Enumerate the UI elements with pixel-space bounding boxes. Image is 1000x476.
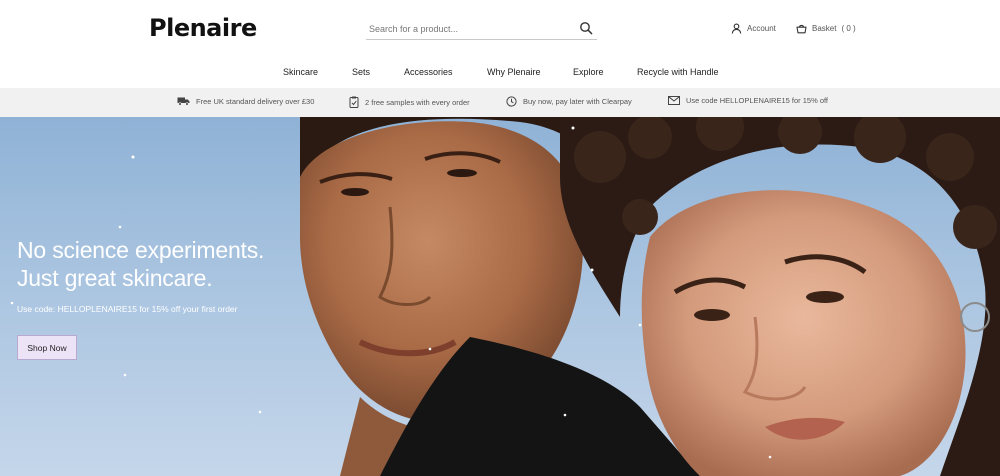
- account-label: Account: [747, 24, 776, 33]
- benefit-text: Free UK standard delivery over £30: [196, 96, 315, 106]
- hero-banner: No science experiments. Just great skinc…: [0, 117, 1000, 476]
- main-nav: Skincare Sets Accessories Why Plenaire E…: [0, 64, 1000, 82]
- nav-item-accessories[interactable]: Accessories: [404, 67, 453, 77]
- clipboard-check-icon: [349, 96, 359, 108]
- nav-item-sets[interactable]: Sets: [352, 67, 370, 77]
- envelope-icon: [668, 96, 680, 105]
- search-icon[interactable]: [579, 21, 593, 35]
- hero-headline-line2: Just great skincare.: [17, 265, 213, 291]
- search-bar: [366, 19, 597, 40]
- user-icon: [731, 23, 742, 34]
- benefit-discount: Use code HELLOPLENAIRE15 for 15% off: [668, 96, 828, 105]
- nav-item-why-plenaire[interactable]: Why Plenaire: [487, 67, 541, 77]
- hero-subtext: Use code: HELLOPLENAIRE15 for 15% off yo…: [17, 304, 238, 314]
- benefits-strip: Free UK standard delivery over £30 2 fre…: [0, 88, 1000, 117]
- site-header: Plenaire Account Basket ( 0 ) Skincare S…: [0, 0, 1000, 88]
- benefit-samples: 2 free samples with every order: [349, 96, 470, 108]
- basket-label: Basket: [812, 24, 837, 33]
- nav-item-explore[interactable]: Explore: [573, 67, 604, 77]
- benefit-text: 2 free samples with every order: [365, 97, 470, 107]
- search-input[interactable]: [369, 21, 569, 37]
- clock-icon: [506, 96, 517, 107]
- nav-item-skincare[interactable]: Skincare: [283, 67, 318, 77]
- benefit-clearpay: Buy now, pay later with Clearpay: [506, 96, 632, 107]
- delivery-truck-icon: [177, 96, 190, 106]
- benefit-text: Use code HELLOPLENAIRE15 for 15% off: [686, 96, 829, 105]
- shop-now-button[interactable]: Shop Now: [17, 335, 77, 360]
- basket-icon: [796, 23, 807, 34]
- benefit-delivery: Free UK standard delivery over £30: [177, 96, 314, 106]
- benefit-text: Buy now, pay later with Clearpay: [523, 97, 632, 106]
- logo[interactable]: Plenaire: [149, 14, 257, 42]
- basket-link[interactable]: Basket ( 0 ): [796, 23, 856, 34]
- basket-count: ( 0 ): [841, 24, 856, 33]
- nav-item-recycle[interactable]: Recycle with Handle: [637, 67, 719, 77]
- account-link[interactable]: Account: [731, 23, 776, 34]
- hero-text: No science experiments. Just great skinc…: [17, 236, 264, 314]
- hero-headline-line1: No science experiments.: [17, 237, 265, 263]
